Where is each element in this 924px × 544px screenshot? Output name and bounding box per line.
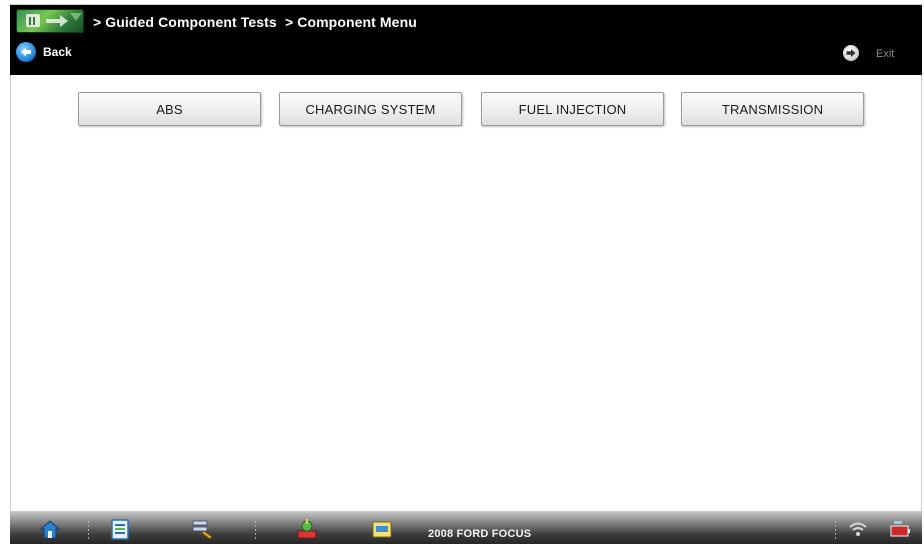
app-logo-icon[interactable] bbox=[16, 9, 84, 33]
vehicle-info-icon[interactable] bbox=[108, 517, 132, 541]
taskbar-separator bbox=[255, 521, 256, 539]
title-bar: > Guided Component Tests > Component Men… bbox=[10, 5, 922, 75]
back-button[interactable]: Back bbox=[43, 45, 72, 59]
component-tests-icon[interactable] bbox=[295, 517, 319, 541]
wifi-icon[interactable] bbox=[846, 517, 870, 541]
abs-button[interactable]: ABS bbox=[78, 92, 261, 126]
back-arrow-icon[interactable] bbox=[16, 42, 36, 62]
home-icon[interactable] bbox=[38, 517, 62, 541]
exit-button[interactable]: Exit bbox=[876, 48, 894, 60]
fuel-injection-button[interactable]: FUEL INJECTION bbox=[481, 92, 664, 126]
tools-icon[interactable] bbox=[190, 517, 214, 541]
taskbar-separator bbox=[835, 521, 836, 539]
battery-icon[interactable] bbox=[888, 517, 912, 541]
taskbar-separator bbox=[88, 521, 89, 539]
data-icon[interactable] bbox=[370, 517, 394, 541]
vehicle-label: 2008 FORD FOCUS bbox=[428, 528, 532, 540]
charging-system-button[interactable]: CHARGING SYSTEM bbox=[279, 92, 462, 126]
exit-arrow-icon[interactable] bbox=[843, 45, 859, 61]
transmission-button[interactable]: TRANSMISSION bbox=[681, 92, 864, 126]
breadcrumb-guided-component-tests[interactable]: > Guided Component Tests bbox=[93, 14, 277, 30]
screen-frame bbox=[10, 4, 922, 542]
taskbar: 2008 FORD FOCUS bbox=[10, 511, 922, 544]
breadcrumb-component-menu: > Component Menu bbox=[285, 14, 417, 30]
